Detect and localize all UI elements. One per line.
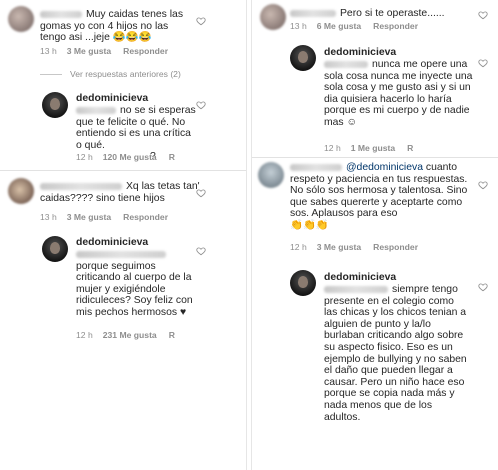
reply-meta: 12 h 120 Me gusta R [76, 152, 175, 162]
reply-meta: 12 h1 Me gusta R [324, 143, 414, 153]
commenter-avatar[interactable] [8, 178, 34, 204]
comment-meta: 13 h3 Me gusta Responder [40, 212, 169, 222]
masked-mention[interactable] [324, 60, 368, 68]
view-previous-replies[interactable]: Ver respuestas anteriores (2) [40, 69, 181, 79]
like-heart-icon[interactable] [478, 180, 488, 190]
left-screenshot-panel: Muy caidas tenes las gomas yo con 4 hijo… [0, 0, 246, 470]
author-avatar[interactable] [290, 45, 316, 71]
author-avatar[interactable] [290, 270, 316, 296]
comment-text: Pero si te operaste...... [290, 8, 470, 20]
masked-username[interactable] [40, 10, 82, 18]
right-screenshot-panel: Pero si te operaste...... 13 h6 Me gusta… [252, 0, 498, 470]
panel-divider [252, 157, 498, 158]
masked-mention[interactable] [324, 285, 388, 293]
author-avatar[interactable] [42, 92, 68, 118]
comment-meta: 13 h6 Me gusta Responder [290, 21, 419, 31]
commenter-avatar[interactable] [8, 6, 34, 32]
reply-button[interactable]: Responder [123, 46, 168, 56]
reply-text: porque seguimos criticando al cuerpo de … [76, 249, 196, 319]
masked-username[interactable] [290, 9, 336, 17]
comment-text: @dedominicieva cuanto respeto y pacienci… [290, 162, 468, 231]
comment-meta: 13 h 3 Me gusta Responder [40, 46, 168, 56]
like-heart-icon[interactable] [196, 16, 206, 26]
comment-time: 13 h [40, 46, 57, 56]
reply-meta: 12 h 231 Me gusta R [76, 330, 175, 340]
commenter-avatar[interactable] [258, 162, 284, 188]
reply-text: siempre tengo presente en el colegio com… [324, 284, 467, 423]
comment-text: Xq las tetas tan' caidas???? sino tiene … [40, 181, 200, 204]
masked-username[interactable] [290, 163, 342, 171]
author-username[interactable]: dedominicieva [324, 47, 396, 58]
comment-text: Muy caidas tenes las gomas yo con 4 hijo… [40, 9, 184, 44]
mention-link[interactable]: @dedominicieva [346, 162, 423, 173]
masked-mention[interactable] [76, 106, 116, 114]
author-username[interactable]: dedominicieva [76, 237, 148, 248]
replies-line [40, 74, 62, 76]
masked-username[interactable] [40, 182, 122, 190]
like-heart-icon[interactable] [478, 58, 488, 68]
author-username[interactable]: dedominicieva [324, 272, 396, 283]
like-heart-icon[interactable] [478, 10, 488, 20]
author-username[interactable]: dedominicieva [76, 93, 148, 104]
comment-meta: 12 h3 Me gusta Responder [290, 242, 419, 252]
like-heart-icon[interactable] [196, 188, 206, 198]
commenter-avatar[interactable] [260, 4, 286, 30]
panel-divider [0, 170, 246, 171]
comment-likes[interactable]: 3 Me gusta [67, 46, 111, 56]
masked-mention[interactable] [76, 250, 166, 258]
like-heart-icon[interactable] [478, 282, 488, 292]
author-avatar[interactable] [42, 236, 68, 262]
like-heart-icon[interactable] [196, 246, 206, 256]
like-heart-icon[interactable] [196, 100, 206, 110]
reply-text: nunca me opere una sola cosa nunca me in… [324, 59, 473, 128]
